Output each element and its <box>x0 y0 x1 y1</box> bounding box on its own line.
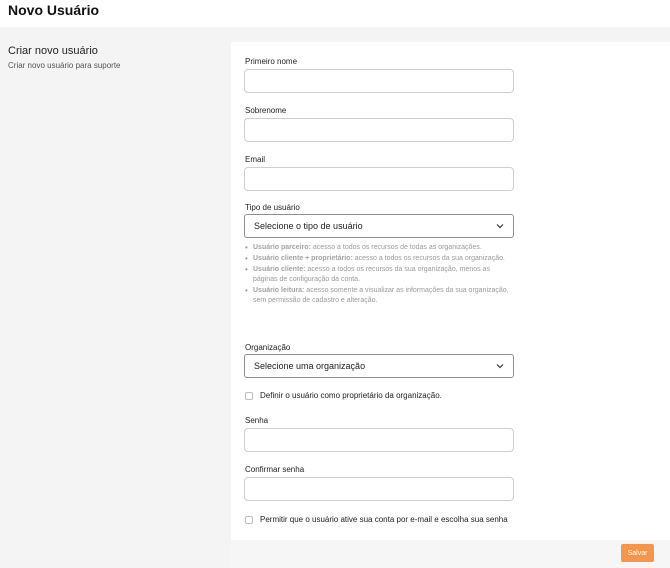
list-item: • Usuário parceiro: acesso a todos os rec… <box>245 243 482 252</box>
user-form-card: Primeiro nome Sobrenome Email Tipo de us… <box>231 42 670 568</box>
organization-select[interactable]: Selecione uma organização <box>244 354 514 378</box>
activation-checkbox[interactable] <box>245 516 253 524</box>
user-type-select[interactable]: Selecione o tipo de usuário <box>244 214 514 238</box>
password-input[interactable] <box>244 428 514 452</box>
section-subtitle: Criar novo usuário para suporte <box>8 61 121 70</box>
organization-selected: Selecione uma organização <box>254 361 366 371</box>
password-label: Senha <box>245 416 269 425</box>
user-type-label: Tipo de usuário <box>245 203 300 212</box>
last-name-label: Sobrenome <box>245 106 287 115</box>
chevron-down-icon <box>496 224 504 229</box>
first-name-input[interactable] <box>244 69 514 93</box>
owner-checkbox-label: Definir o usuário como proprietário da o… <box>260 391 442 400</box>
chevron-down-icon <box>496 364 504 369</box>
confirm-password-input[interactable] <box>244 477 514 501</box>
organization-label: Organização <box>245 343 291 352</box>
list-item: • Usuário cliente + proprietário: acesso … <box>245 254 505 263</box>
first-name-label: Primeiro nome <box>245 57 298 66</box>
user-type-name: Usuário cliente + proprietário: <box>253 255 353 262</box>
user-type-description: acesso a todos os recursos da sua organi… <box>352 255 505 262</box>
user-type-name: Usuário cliente: <box>253 266 306 273</box>
list-item: • Usuário leitura: acesso somente a visua… <box>245 286 509 304</box>
user-type-descriptions: • Usuário parceiro: acesso a todos os rec… <box>245 243 513 307</box>
last-name-input[interactable] <box>244 118 514 142</box>
section-title: Criar novo usuário <box>8 45 98 57</box>
confirm-password-label: Confirmar senha <box>245 465 305 474</box>
email-label: Email <box>245 155 266 164</box>
user-type-selected: Selecione o tipo de usuário <box>254 221 363 231</box>
page-title: Novo Usuário <box>8 2 100 18</box>
list-item: • Usuário cliente: acesso a todos os recu… <box>245 265 490 283</box>
email-input[interactable] <box>244 167 514 191</box>
owner-checkbox[interactable] <box>245 392 253 400</box>
save-button[interactable]: Salvar <box>621 544 654 562</box>
page-header: Novo Usuário <box>0 0 670 27</box>
activation-checkbox-label: Permitir que o usuário ative sua conta p… <box>260 515 508 524</box>
form-footer <box>231 540 670 568</box>
user-type-name: Usuário leitura: <box>253 287 305 294</box>
user-type-name: Usuário parceiro: <box>253 244 311 251</box>
user-type-description: acesso a todos os recursos de todas as o… <box>310 244 482 251</box>
